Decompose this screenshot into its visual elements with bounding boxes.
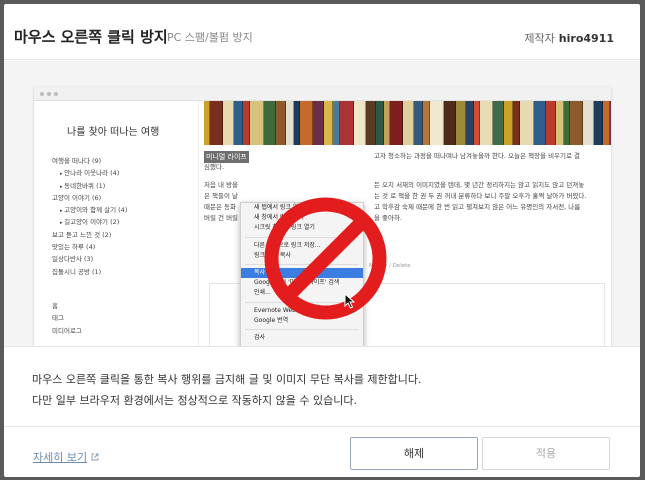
apply-button[interactable]: 적용 (482, 437, 610, 470)
dialog-footer: 자세히 보기 해제 적용 (4, 426, 640, 477)
category-item: 동네한바퀴 (1) (52, 180, 127, 192)
book-spine (223, 101, 234, 145)
sidebar-footer-item: 미디어로그 (52, 326, 82, 335)
category-item: 보고 듣고 느낀 것 (2) (52, 230, 112, 239)
author-name: hiro4911 (558, 32, 614, 45)
prohibited-icon (264, 197, 387, 320)
book-spine (423, 101, 430, 145)
detail-link[interactable]: 자세히 보기 (33, 449, 99, 465)
menu-separator (245, 328, 359, 330)
book-spine (480, 101, 493, 145)
book-spine (546, 101, 556, 145)
book-spine (333, 101, 340, 145)
category-item: 집돌시니 공방 (1) (52, 267, 102, 276)
book-spine (210, 101, 223, 145)
paragraph-line: 때문은 동화 (204, 203, 236, 211)
category-item: 맛있는 하루 (4) (52, 243, 96, 252)
book-spine (594, 101, 603, 145)
paragraph-line: 심했다. (204, 163, 225, 171)
context-menu-item: 검사 (241, 333, 363, 343)
category-item: 여행을 떠나다 (9) (52, 157, 102, 165)
category-item: 고양이와 함께 살기 (4) (52, 204, 127, 216)
category-item: 고양이 이야기 (6) (52, 193, 102, 202)
book-spine (456, 101, 466, 145)
paragraph-1-cont: 심했다. (204, 162, 611, 173)
paragraph-line: 은 책들이 날 (204, 192, 239, 200)
paragraph-line: 고자 청소하는 과정을 떠나며나 남겨놓을까 한다. 오늘은 책장을 비우기로 … (374, 152, 581, 160)
book-spine (513, 101, 520, 145)
detail-link-label: 자세히 보기 (33, 451, 88, 464)
description-line-2: 다만 일부 브라우저 환경에서는 정상적으로 작동하지 않을 수 있습니다. (32, 394, 357, 407)
book-spine (276, 101, 286, 145)
plugin-description: 마우스 오른쪽 클릭을 통한 복사 행위를 금지해 글 및 이미지 무단 복사를… (32, 369, 422, 411)
book-spine (324, 101, 333, 145)
preview-image: 나를 찾아 떠나는 여행 여행을 떠나다 (9) 안나라 이웃나라 (4)동네한바… (4, 61, 640, 347)
book-spine (403, 101, 414, 145)
sidebar-footer-item: 홈 (52, 301, 58, 310)
book-spine (430, 101, 444, 145)
dialog-title: 마우스 오른쪽 클릭 방지 (14, 28, 168, 46)
paragraph-line: 고 학후감 숙제 때문에 한 번 읽고 펼쳐보지 않은 어느 유명인의 자서전,… (374, 203, 581, 211)
window-dot (47, 92, 51, 96)
window-dot (40, 92, 44, 96)
book-spine (243, 101, 250, 145)
category-item: 안나라 이웃나라 (4) (52, 167, 127, 179)
blog-sidebar: 나를 찾아 떠나는 여행 여행을 떠나다 (9) 안나라 이웃나라 (4)동네한바… (34, 101, 199, 346)
ban-slash (283, 216, 368, 301)
category-item: 길고양이 이야기 (2) (52, 216, 127, 228)
book-spine (556, 101, 564, 145)
book-spine (286, 101, 294, 145)
book-spine (414, 101, 423, 145)
paragraph-line: 버릴 건 버릴 (204, 214, 239, 222)
book-spine (354, 101, 366, 145)
paragraph-line: 든 오지 서재의 이미지였을 텐데, 몇 년간 정리하지는 않고 읽지도 않고 … (374, 181, 585, 189)
paragraph-line: 는 것 로 책을 한 권 두 권 꺼내 분류하다 보니 주말 오후가 훌쩍 날아… (374, 192, 587, 200)
book-spine (583, 101, 594, 145)
book-spine (234, 101, 243, 145)
paragraph-1: 고자 청소하는 과정을 떠나며나 남겨놓을까 한다. 오늘은 책장을 비우기로 … (374, 151, 611, 162)
book-spine (493, 101, 504, 145)
book-spine (340, 101, 354, 145)
book-spine (603, 101, 610, 145)
sidebar-footer-item: 태그 (52, 314, 64, 323)
book-spine (534, 101, 546, 145)
book-spine (610, 101, 611, 145)
blog-title: 나를 찾아 떠나는 여행 (67, 127, 160, 138)
book-spine (504, 101, 513, 145)
book-spine (376, 101, 384, 145)
context-menu-label: 검사 (254, 333, 266, 341)
category-list: 여행을 떠나다 (9) 안나라 이웃나라 (4)동네한바퀴 (1)고양이 이야기 … (52, 155, 127, 337)
book-spine (444, 101, 456, 145)
book-spine (520, 101, 534, 145)
external-link-icon (91, 453, 99, 461)
book-spine (366, 101, 376, 145)
dialog-header: 마우스 오른쪽 클릭 방지 PC 스팸/볼펌 방지 제작자 hiro4911 (4, 4, 640, 60)
book-spine (466, 101, 474, 145)
menu-separator (245, 346, 359, 347)
book-spine (250, 101, 264, 145)
description-line-1: 마우스 오른쪽 클릭을 통한 복사 행위를 금지해 글 및 이미지 무단 복사를… (32, 373, 422, 386)
book-spine (300, 101, 313, 145)
mouse-cursor-icon (344, 293, 356, 309)
book-spine (264, 101, 276, 145)
browser-titlebar (34, 87, 611, 101)
book-spine (570, 101, 583, 145)
category-item: 일상다반사 (3) (52, 255, 94, 264)
book-spine (390, 101, 403, 145)
release-button[interactable]: 해제 (350, 437, 478, 470)
bookshelf-photo (204, 101, 611, 145)
plugin-dialog: 마우스 오른쪽 클릭 방지 PC 스팸/볼펌 방지 제작자 hiro4911 나를… (4, 4, 640, 477)
author-info: 제작자 hiro4911 (524, 30, 614, 46)
paragraph-line: 처음 내 방을 (204, 181, 239, 189)
window-dot (54, 92, 58, 96)
dialog-subtitle: PC 스팸/볼펌 방지 (167, 31, 253, 44)
author-label: 제작자 (524, 32, 555, 45)
book-spine (313, 101, 324, 145)
